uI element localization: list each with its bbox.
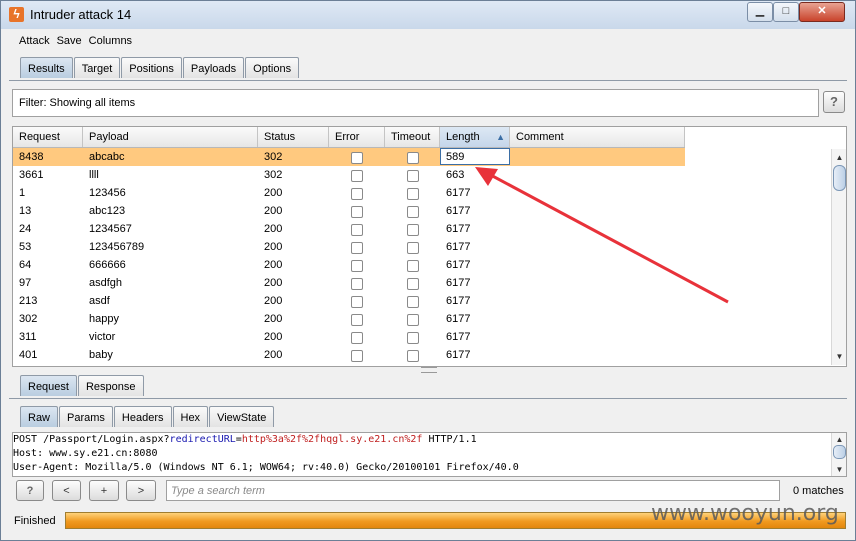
annotation-arrow — [475, 167, 729, 304]
annotation-arrow-shaft — [486, 171, 729, 304]
intruder-window: ϟ Intruder attack 14 ▁ □ ✕ Attack Save Col… — [0, 0, 856, 541]
